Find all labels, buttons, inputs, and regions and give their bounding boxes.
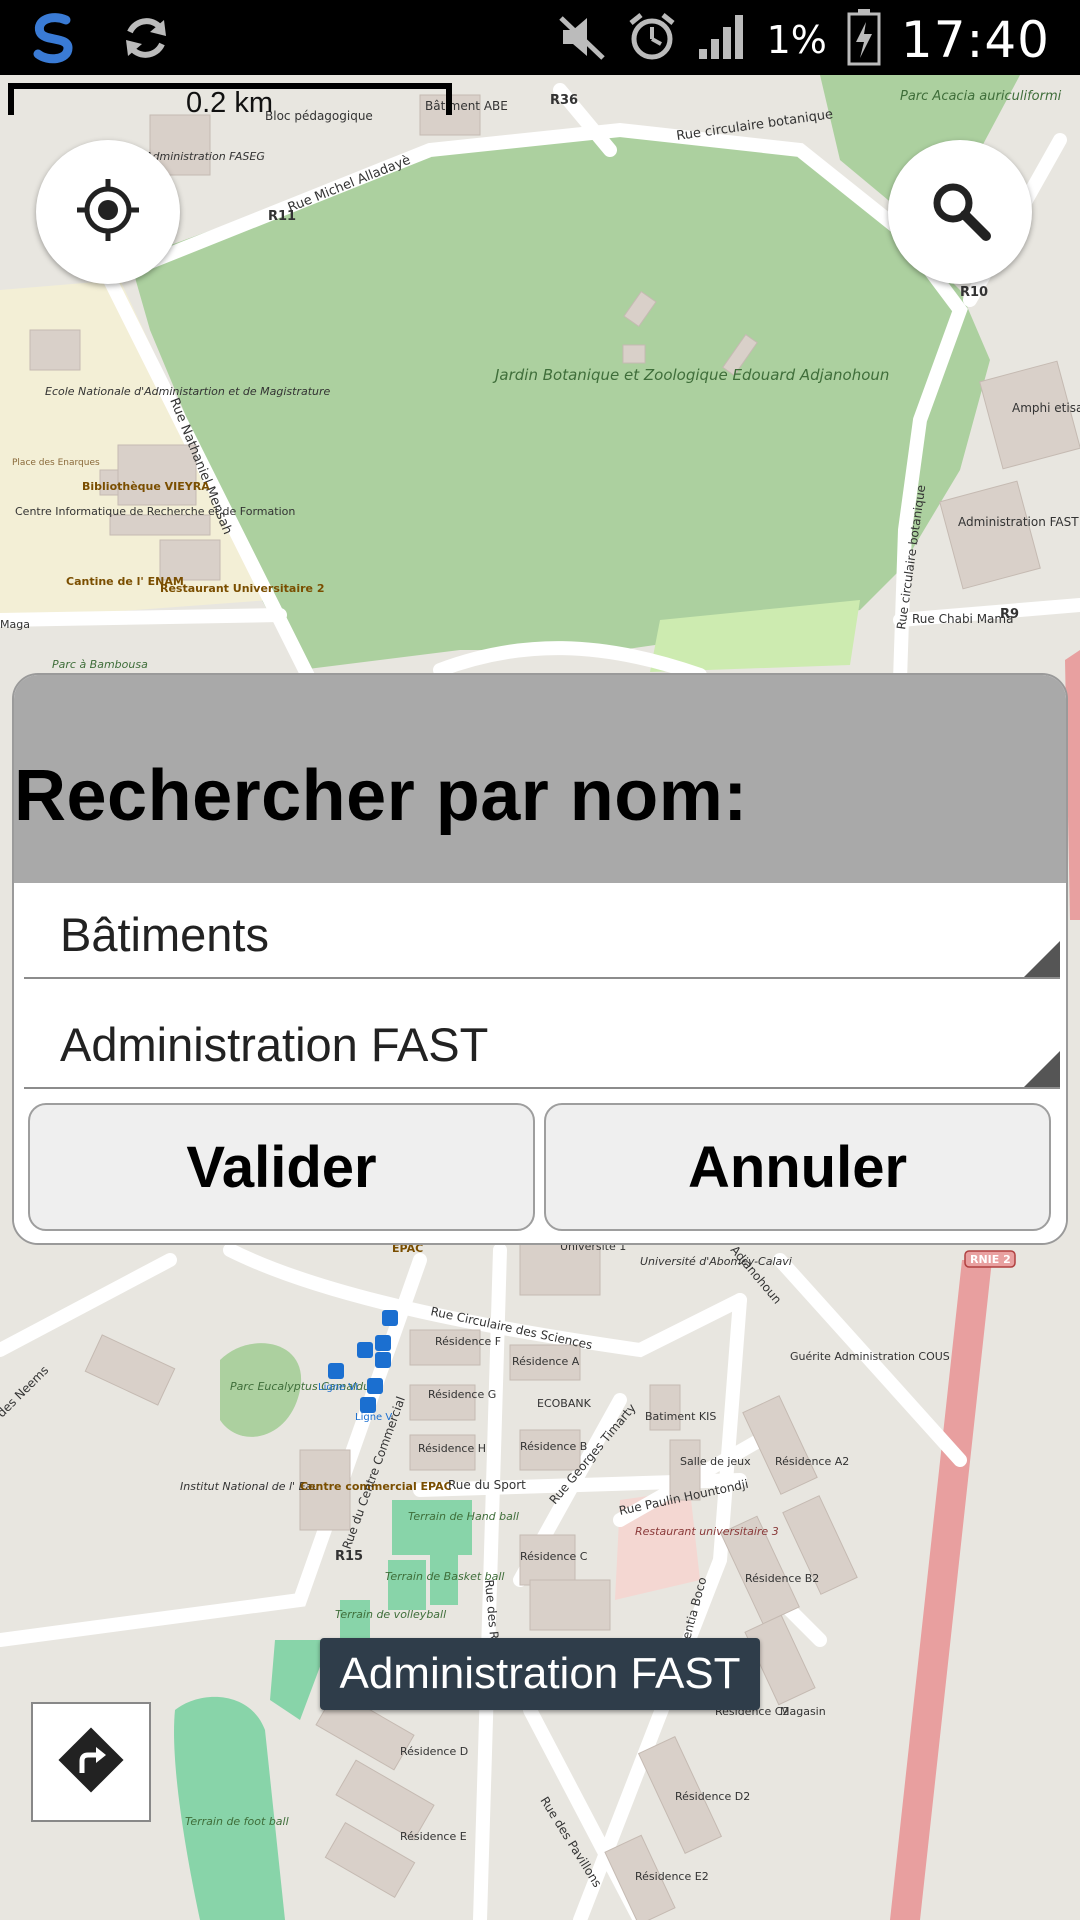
map-label-residence-a2: Résidence A2 <box>775 1455 849 1468</box>
map-label-ligne-vi: Ligne VI <box>318 1382 358 1393</box>
spinner-dropdown-icon <box>1024 941 1060 977</box>
search-dialog: Rechercher par nom: Bâtiments Administra… <box>12 673 1068 1245</box>
map-label-residence-f: Résidence F <box>435 1335 501 1348</box>
spinner-dropdown-icon <box>1024 1051 1060 1087</box>
map-label-place-enarques: Place des Enarques <box>12 458 100 468</box>
clock: 17:40 <box>900 10 1050 69</box>
map-label-r11: R11 <box>268 209 296 224</box>
map-label-residence-d: Résidence D <box>400 1745 468 1758</box>
map-label-r15: R15 <box>335 1549 363 1564</box>
category-spinner[interactable]: Bâtiments <box>24 883 1060 979</box>
scale-label: 0.2 km <box>186 87 274 119</box>
status-bar: 1% 17:40 <box>0 0 1080 75</box>
map-label-restaurant-2: Restaurant Universitaire 2 <box>160 582 324 595</box>
map-label-rue-sport: Rue du Sport <box>448 1478 526 1492</box>
map-label-restaurant-3: Restaurant universitaire 3 <box>635 1525 779 1538</box>
map-label-jardin: Jardin Botanique et Zoologique Edouard A… <box>492 366 889 384</box>
map-label-centre-info: Centre Informatique de Recherche et de F… <box>15 505 295 518</box>
my-location-button[interactable] <box>36 140 180 284</box>
map-label-r10: R10 <box>960 285 988 300</box>
name-spinner[interactable]: Administration FAST <box>24 993 1060 1089</box>
map-label-ecobank: ECOBANK <box>537 1397 592 1410</box>
map-label-r36: R36 <box>550 93 578 108</box>
name-spinner-value: Administration FAST <box>60 1018 489 1071</box>
sync-icon <box>120 12 172 69</box>
route-button[interactable] <box>31 1702 151 1822</box>
alarm-icon <box>627 11 677 68</box>
cancel-button[interactable]: Annuler <box>544 1103 1051 1231</box>
signal-icon <box>697 13 747 66</box>
map-label-maga: Maga <box>0 618 30 631</box>
map-label-residence-h: Résidence H <box>418 1442 486 1455</box>
map-label-amphi: Amphi etisalat <box>1012 401 1080 415</box>
map-label-residence-a: Résidence A <box>512 1355 580 1368</box>
app-s-logo-icon <box>26 10 82 71</box>
map-label-parc-acacia: Parc Acacia auriculiformi <box>900 89 1062 104</box>
map-label-residence-e: Résidence E <box>400 1830 467 1843</box>
map-label-residence-e2: Résidence E2 <box>635 1870 709 1883</box>
map-label-terrain-volley: Terrain de volleyball <box>335 1608 446 1621</box>
battery-icon <box>847 8 881 71</box>
map-label-magasin: Magasin <box>780 1705 826 1718</box>
map-label-universite: Université d'Abomey-Calavi <box>640 1255 792 1268</box>
validate-button[interactable]: Valider <box>28 1103 535 1231</box>
map-label-guerite: Guérite Administration COUS <box>790 1350 950 1363</box>
category-spinner-value: Bâtiments <box>60 908 269 961</box>
map-label-salle-jeux: Salle de jeux <box>680 1455 751 1468</box>
map-label-parc-bambousa: Parc à Bambousa <box>52 658 148 671</box>
map-label-admin-fast: Administration FAST <box>958 515 1079 529</box>
map-label-rue-chabi: Rue Chabi Mama <box>912 612 1013 626</box>
map-label-residence-g: Résidence G <box>428 1388 496 1401</box>
map-label-institut-eau: Institut National de l' Eau <box>180 1480 319 1493</box>
map-label-bibliotheque: Bibliothèque VIEYRA <box>82 480 210 493</box>
map-label-batiment-kis: Batiment KIS <box>645 1410 716 1423</box>
search-button[interactable] <box>888 140 1032 284</box>
map-label-residence-b: Résidence B <box>520 1440 587 1453</box>
dialog-title: Rechercher par nom: <box>14 756 748 836</box>
map-label-admin-faseg: Administration FASEG <box>144 150 265 163</box>
map-label-residence-d2: Résidence D2 <box>675 1790 750 1803</box>
crosshair-icon <box>75 177 141 248</box>
route-arrow-icon <box>56 1725 126 1800</box>
map-label-terrain-foot: Terrain de foot ball <box>185 1815 289 1828</box>
map-label-residence-b2: Résidence B2 <box>745 1572 819 1585</box>
map-label-enam: Ecole Nationale d'Administartion et de M… <box>45 385 331 398</box>
toast-message: Administration FAST <box>320 1638 760 1710</box>
map-label-rnie2: RNIE 2 <box>970 1253 1011 1266</box>
dialog-header: Rechercher par nom: <box>14 675 1066 883</box>
mute-icon <box>557 12 607 67</box>
search-icon <box>928 178 992 247</box>
map-label-terrain-hand: Terrain de Hand ball <box>408 1510 519 1523</box>
map-label-residence-c: Résidence C <box>520 1550 588 1563</box>
battery-percent: 1% <box>766 17 827 62</box>
map-scale-bar: 0.2 km <box>8 83 452 119</box>
